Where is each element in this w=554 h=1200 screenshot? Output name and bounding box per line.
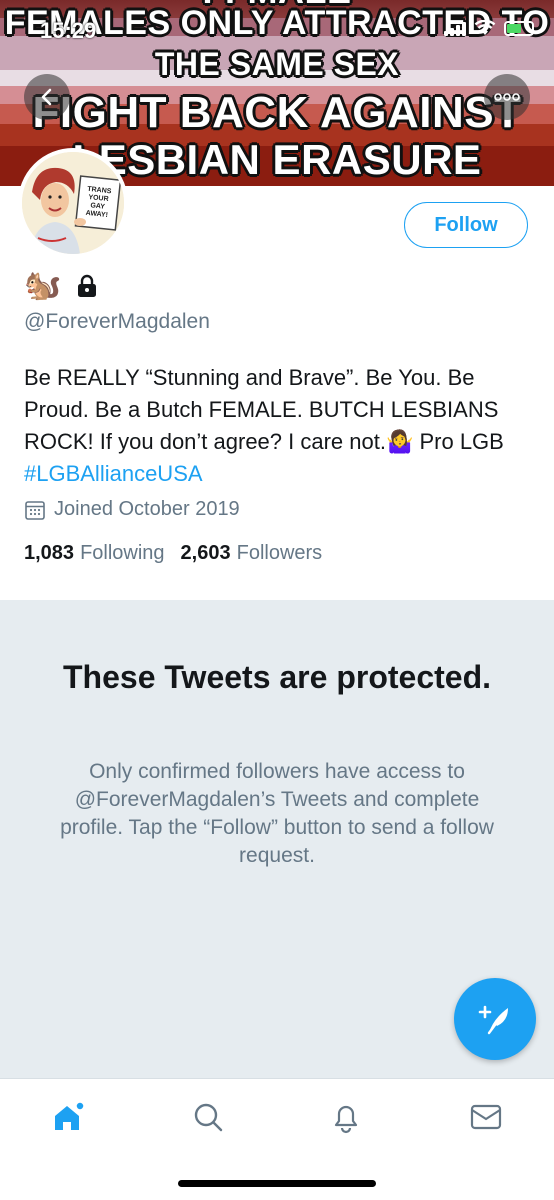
- banner-text-line: FIGHT BACK AGAINST: [32, 88, 522, 137]
- chevron-left-icon: [41, 88, 52, 106]
- signal-icon: [444, 20, 466, 36]
- display-name: 🐿️: [24, 268, 99, 304]
- tab-home[interactable]: [48, 1097, 88, 1137]
- messages-icon: [470, 1104, 502, 1130]
- status-icons: [444, 20, 534, 36]
- battery-icon: [504, 20, 534, 36]
- back-button[interactable]: [24, 74, 70, 120]
- tab-messages[interactable]: [466, 1097, 506, 1137]
- more-icon: [494, 93, 520, 101]
- following-label: Following: [80, 542, 165, 564]
- squirrel-emoji: 🐿️: [24, 269, 62, 302]
- bio-text: Be REALLY “Stunning and Brave”. Be You. …: [24, 365, 504, 454]
- notifications-icon: [334, 1105, 358, 1134]
- avatar-illustration: TRANSYOURGAYAWAY!: [22, 152, 124, 254]
- profile-stats: 1,083 Following 2,603 Followers: [24, 542, 322, 565]
- bio-hashtag-link[interactable]: #LGBAllianceUSA: [24, 461, 203, 486]
- status-time: 15:29: [40, 18, 97, 43]
- protected-title: These Tweets are protected.: [63, 659, 491, 695]
- compose-tweet-button[interactable]: [454, 978, 536, 1060]
- banner-text-line: THE SAME SEX: [154, 46, 400, 82]
- lock-icon: [78, 274, 97, 297]
- avatar[interactable]: TRANSYOURGAYAWAY!: [18, 148, 128, 258]
- following-count: 1,083: [24, 542, 75, 564]
- follow-button[interactable]: Follow: [404, 202, 528, 248]
- calendar-icon: [25, 500, 45, 520]
- joined-date: Joined October 2019: [24, 498, 240, 521]
- profile-handle: @ForeverMagdalen: [24, 310, 210, 333]
- following-link[interactable]: 1,083 Following: [24, 542, 165, 565]
- wifi-icon: [474, 20, 496, 35]
- compose-feather-icon: [478, 1005, 508, 1035]
- followers-link[interactable]: 2,603 Followers: [181, 542, 323, 565]
- tab-search[interactable]: [188, 1097, 228, 1137]
- followers-label: Followers: [236, 542, 323, 564]
- profile-bio: Be REALLY “Stunning and Brave”. Be You. …: [24, 362, 534, 490]
- search-icon: [194, 1103, 223, 1132]
- followers-count: 2,603: [180, 542, 231, 564]
- tab-notifications[interactable]: [326, 1097, 366, 1137]
- more-options-button[interactable]: [484, 74, 530, 120]
- joined-text: Joined October 2019: [54, 498, 240, 520]
- home-indicator: [178, 1180, 376, 1187]
- home-icon: [55, 1101, 85, 1130]
- protected-message: Only confirmed followers have access to …: [60, 760, 494, 867]
